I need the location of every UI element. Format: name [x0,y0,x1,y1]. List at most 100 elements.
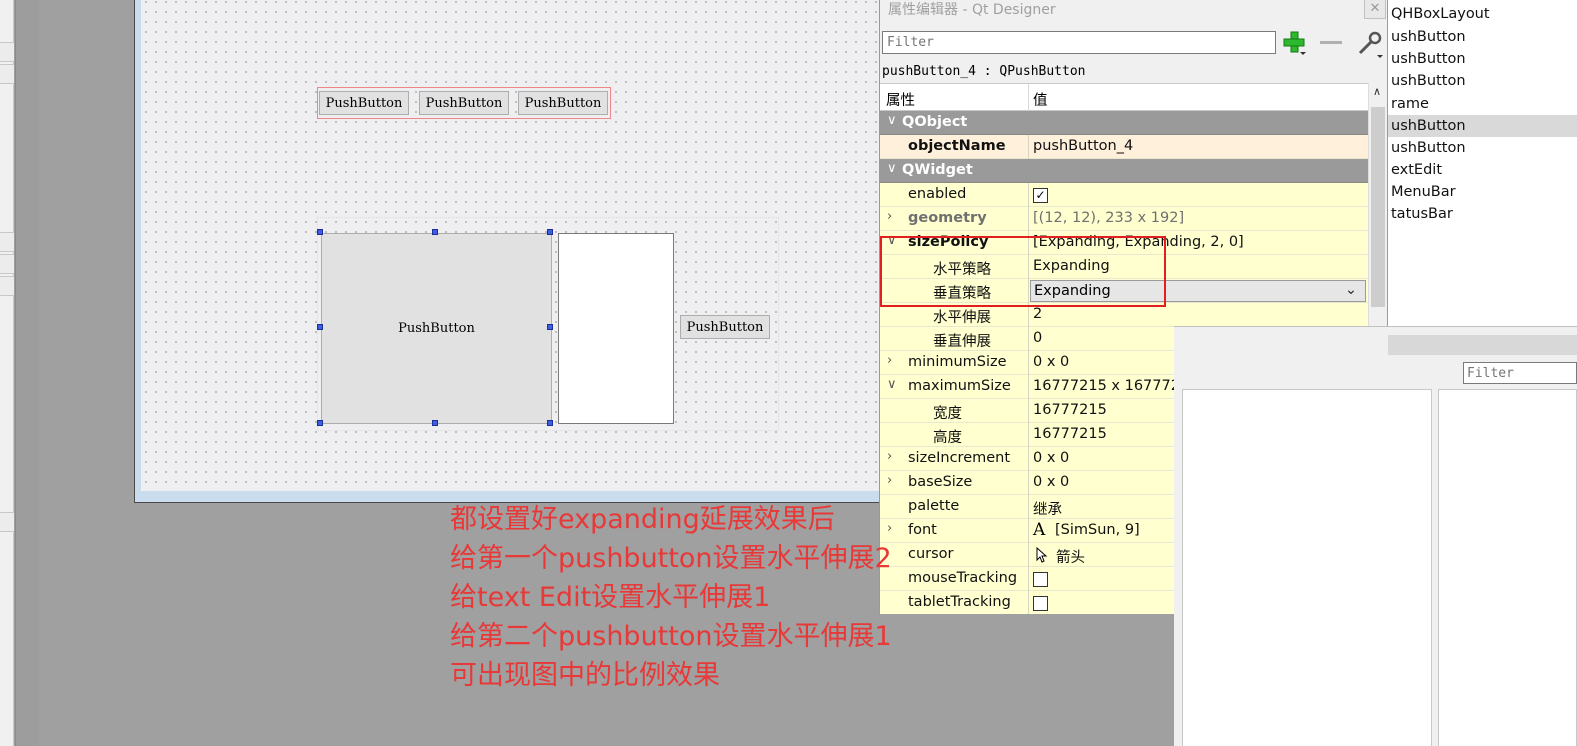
push-button-5[interactable]: PushButton [680,315,770,339]
group-label: QObject [902,114,968,130]
window-title: 属性编辑器 - Qt Designer [888,2,1056,18]
chevron-down-icon[interactable]: ∨ [887,161,897,176]
font-icon: A [1033,520,1046,540]
resize-handle[interactable] [317,229,323,235]
property-name: sizeIncrement [908,450,1011,466]
push-button-1[interactable]: PushButton [319,91,409,115]
property-name: tabletTracking [908,594,1011,610]
property-value[interactable]: [SimSun, 9] [1055,522,1140,538]
group-header-qwidget[interactable]: ∨ QWidget [880,159,1368,183]
annotation-line: 可出现图中的比例效果 [450,660,720,691]
property-row-geometry[interactable]: › geometry [(12, 12), 233 x 192] [880,207,1368,231]
property-value[interactable]: 0 [1033,330,1042,346]
property-value[interactable]: 16777215 [1033,426,1107,442]
chevron-up-icon[interactable]: ∧ [1373,85,1381,98]
tree-item[interactable]: ushButton [1388,26,1577,48]
annotation-line: 给第二个pushbutton设置水平伸展1 [450,621,892,652]
chevron-right-icon[interactable]: › [887,449,892,464]
resize-handle[interactable] [432,229,438,235]
property-value[interactable]: 0 x 0 [1033,474,1069,490]
dock-tab[interactable] [0,42,14,62]
annotation-line: 给text Edit设置水平伸展1 [450,582,771,613]
dock-tab[interactable] [0,276,14,296]
form-window: PushButton PushButton PushButton PushBut… [134,0,894,503]
property-name: 高度 [933,430,962,446]
property-name: 宽度 [933,406,962,422]
tree-item[interactable]: extEdit [1388,159,1577,181]
chevron-down-icon[interactable]: ∨ [887,377,897,392]
property-row-enabled[interactable]: enabled ✓ [880,183,1368,207]
property-name: minimumSize [908,354,1007,370]
resource-filter-input[interactable] [1463,362,1577,384]
tree-item[interactable]: ushButton [1388,70,1577,92]
remove-icon[interactable] [1320,41,1342,44]
tree-item[interactable]: rame [1388,93,1577,115]
resize-handle[interactable] [317,420,323,426]
push-button-4-selected[interactable]: PushButton [321,233,552,424]
chevron-right-icon[interactable]: › [887,353,892,368]
dock-tab[interactable] [0,64,14,84]
dock-tab[interactable] [0,232,14,252]
property-value[interactable]: 0 x 0 [1033,354,1069,370]
property-value[interactable]: 箭头 [1056,546,1085,567]
tree-item[interactable]: ushButton [1388,137,1577,159]
resize-handle[interactable] [547,229,553,235]
property-value[interactable]: 0 x 0 [1033,450,1069,466]
chevron-right-icon[interactable]: › [887,209,892,224]
tree-item[interactable]: QHBoxLayout [1388,3,1577,25]
dock-tab[interactable] [0,512,14,532]
annotation-line: 都设置好expanding延展效果后 [450,504,835,535]
push-button-2[interactable]: PushButton [419,91,509,115]
resize-handle[interactable] [317,324,323,330]
tree-item[interactable]: MenuBar [1388,181,1577,203]
scroll-thumb[interactable] [1371,107,1385,307]
resize-handle[interactable] [547,324,553,330]
property-name: baseSize [908,474,973,490]
mdi-area-edge [15,0,39,746]
column-header-value: 值 [1033,93,1048,109]
wrench-icon[interactable] [1354,29,1384,59]
push-button-3[interactable]: PushButton [518,91,608,115]
property-name: geometry [908,210,987,226]
property-name: 水平伸展 [933,310,991,326]
form-canvas[interactable]: PushButton PushButton PushButton PushBut… [141,0,889,491]
column-header-property: 属性 [886,93,915,109]
close-button[interactable]: ✕ [1364,0,1386,19]
property-row-objectname[interactable]: objectName pushButton_4 [880,135,1368,159]
enabled-checkbox[interactable]: ✓ [1033,188,1048,203]
property-name: maximumSize [908,378,1011,394]
property-value[interactable]: 16777215 [1033,402,1107,418]
chevron-down-icon[interactable]: ⌄ [1345,282,1357,298]
tablettracking-checkbox[interactable] [1033,596,1048,611]
group-header-qobject[interactable]: ∨ QObject [880,111,1368,135]
dock-tab[interactable] [0,254,14,274]
resize-handle[interactable] [547,420,553,426]
annotation-line: 给第一个pushbutton设置水平伸展2 [450,543,892,574]
tree-item[interactable]: tatusBar [1388,203,1577,225]
tree-item-selected[interactable]: ushButton [1388,115,1577,137]
group-label: QWidget [902,162,973,178]
resource-list-pane[interactable] [1438,389,1577,746]
property-name: 垂直伸展 [933,334,991,350]
arrow-cursor-icon [1036,547,1048,563]
property-value[interactable]: 继承 [1033,498,1062,519]
highlight-annotation-box [880,236,1166,307]
chevron-down-icon[interactable]: ∨ [887,113,897,128]
property-value[interactable]: 2 [1033,306,1042,322]
chevron-right-icon[interactable]: › [887,473,892,488]
text-edit[interactable] [558,233,674,424]
annotation-text: 都设置好expanding延展效果后 给第一个pushbutton设置水平伸展2… [450,500,892,695]
left-dock-strip [0,0,14,746]
property-value[interactable]: [(12, 12), 233 x 192] [1033,210,1184,226]
property-name: font [908,522,937,538]
resize-handle[interactable] [432,420,438,426]
object-class-label: pushButton_4 : QPushButton [882,64,1086,79]
add-icon[interactable] [1282,30,1308,56]
object-inspector-tree: QHBoxLayout ushButton ushButton ushButto… [1388,0,1577,326]
tree-item[interactable]: ushButton [1388,48,1577,70]
property-name: enabled [908,186,967,202]
resource-tree-pane[interactable] [1182,389,1432,746]
filter-input[interactable] [882,31,1276,54]
property-value[interactable]: pushButton_4 [1033,138,1133,154]
mousetracking-checkbox[interactable] [1033,572,1048,587]
